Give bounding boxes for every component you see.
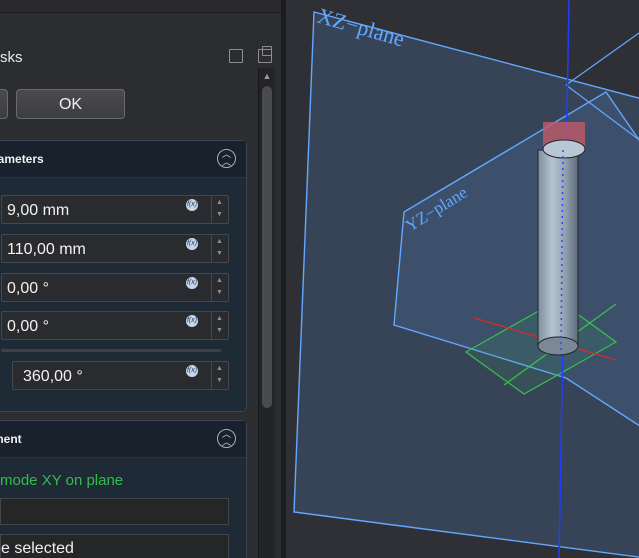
3d-viewport[interactable]: XZ−plane YZ−plane: [286, 0, 639, 558]
radius-value: 9,00 mm: [7, 202, 70, 219]
revolve-angle-value: 360,00 °: [23, 368, 83, 385]
plane-edge: [565, 32, 639, 86]
parameters-group: rameters ︿︿ 9,00 mm f(x) ▲▼ 110,00 mm f(…: [0, 140, 247, 412]
cancel-button[interactable]: [0, 89, 8, 119]
section-separator: [1, 349, 221, 352]
angle1-value: 0,00 °: [7, 280, 49, 297]
revolve-angle-stepper[interactable]: ▲ ▼: [211, 362, 229, 389]
attachment-title: ment: [0, 432, 22, 446]
attachment-header[interactable]: ment ︿︿: [0, 421, 246, 458]
cylinder-bottom: [537, 336, 579, 356]
angle1-field[interactable]: 0,00 ° f(x) ▲ ▼: [1, 273, 229, 302]
scroll-up-arrow-icon[interactable]: ▲: [261, 70, 273, 82]
angle2-stepper[interactable]: ▲ ▼: [211, 312, 229, 339]
radius-field[interactable]: 9,00 mm f(x) ▲ ▼: [1, 195, 229, 224]
scrollbar-thumb[interactable]: [262, 86, 272, 408]
expression-icon[interactable]: f(x): [186, 277, 198, 289]
parameters-title: rameters: [0, 152, 44, 166]
angle1-stepper[interactable]: ▲ ▼: [211, 274, 229, 301]
panel-scrollbar[interactable]: ▲: [258, 68, 275, 558]
cylinder-body: [537, 149, 579, 347]
revolve-angle-field[interactable]: 360,00 ° f(x) ▲ ▼: [12, 361, 229, 390]
task-panel: sks OK rameters ︿︿ 9,00 mm f(x) ▲▼ 110,0…: [0, 0, 281, 558]
radius-stepper[interactable]: ▲ ▼: [211, 196, 229, 223]
3d-scene: XZ−plane YZ−plane: [293, 0, 639, 558]
ok-button[interactable]: OK: [16, 89, 125, 119]
reference-selection-text: e selected: [1, 540, 74, 557]
top-toolbar-strip: [0, 0, 281, 13]
panel-tab-title: sks: [0, 49, 23, 66]
collapse-chevron-icon[interactable]: ︿ ︿: [217, 429, 236, 448]
cylinder-top-face: [542, 139, 586, 159]
expression-icon[interactable]: f(x): [186, 238, 198, 250]
reference-selection-field[interactable]: e selected: [0, 534, 229, 558]
height-stepper[interactable]: ▲ ▼: [211, 235, 229, 262]
attachment-mode-status: mode XY on plane: [0, 472, 124, 489]
expression-icon[interactable]: f(x): [186, 365, 198, 377]
dock-restore-icon[interactable]: [258, 46, 272, 63]
height-field[interactable]: 110,00 mm f(x) ▲ ▼: [1, 234, 229, 263]
expression-icon[interactable]: f(x): [186, 315, 198, 327]
angle2-value: 0,00 °: [7, 318, 49, 335]
height-value: 110,00 mm: [7, 241, 86, 258]
parameters-header[interactable]: rameters ︿︿: [0, 141, 246, 178]
angle2-field[interactable]: 0,00 ° f(x) ▲ ▼: [1, 311, 229, 340]
reference-list-field[interactable]: [0, 498, 229, 525]
collapse-chevron-icon[interactable]: ︿ ︿: [217, 149, 236, 168]
dock-float-icon[interactable]: [229, 49, 243, 63]
expression-icon[interactable]: f(x): [186, 199, 198, 211]
